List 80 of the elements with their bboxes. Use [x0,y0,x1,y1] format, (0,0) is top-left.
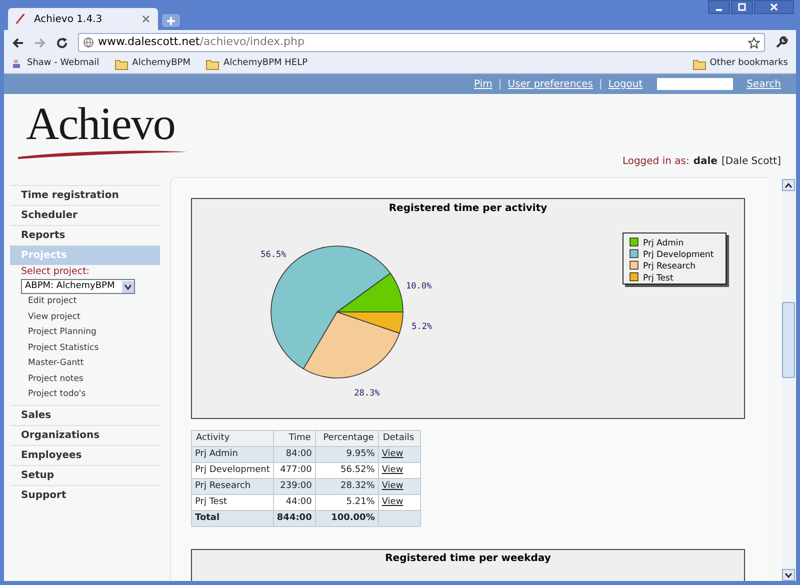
cup-icon [12,58,23,70]
folder-icon [206,58,220,70]
legend-label: Prj Research [643,262,696,272]
table-cell: Prj Research [195,480,251,491]
sidebar-item[interactable]: Sales [10,404,160,424]
sidebar-subitem[interactable]: Project Statistics [21,340,99,356]
table-cell: 239:00 [280,480,312,491]
table-cell: 5.21% [346,496,375,507]
slice-label: 10.0% [406,281,432,292]
table-cell: 477:00 [280,464,312,475]
slice-label: 5.2% [412,322,432,332]
folder-icon [115,58,128,70]
sidebar-subitem[interactable]: View project [21,310,80,325]
maximize-icon [738,3,746,11]
sidebar-subitem[interactable]: Master-Gantt [21,356,84,372]
table-cell: 844:00 [276,512,312,523]
new-tab-button[interactable] [162,14,180,27]
select-label: Select project: [21,265,90,279]
close-icon [770,3,778,11]
full-name: [Dale Scott] [721,155,781,169]
table-cell: Prj Admin [195,448,238,459]
bookmark-link[interactable]: AlchemyBPM HELP [206,57,308,71]
table-cell: 44:00 [286,496,312,507]
sidebar-subitem[interactable]: Edit project [21,294,77,310]
bookmark-link[interactable]: Other bookmarks [692,57,788,71]
separator: | [498,78,502,92]
bookmark-link[interactable]: Shaw - Webmail [12,57,100,71]
column-header: Activity [192,430,274,446]
project-dropdown[interactable]: ABPM: AlchemyBPM [21,279,135,294]
chart-title: Registered time per weekday [385,552,551,566]
slice-label: 56.5% [260,250,286,260]
table-cell: 84:00 [286,448,312,459]
scroll-thumb[interactable] [782,302,795,378]
table-cell: Prj Development [195,464,270,475]
window-close-button[interactable] [754,0,794,14]
url-text: www.dalescott.net/achievo/index.php [98,34,304,50]
table-cell: 100.00% [331,512,375,523]
login-label: Logged in as: [622,155,690,169]
chart-title: Registered time per activity [388,203,548,214]
globe-icon [83,37,94,48]
tab-title: Achievo 1.4.3 [34,12,104,26]
browser-tab[interactable]: Achievo 1.4.3 [8,8,158,30]
wrench-icon[interactable] [775,36,788,49]
minimize-button[interactable] [708,0,730,14]
sidebar-subitem[interactable]: Project notes [21,372,84,387]
search-field[interactable] [656,78,733,90]
legend-label: Prj Admin [643,238,684,248]
table-cell: Total [195,512,220,523]
sidebar-item[interactable]: Time registration [10,185,160,205]
sidebar-item[interactable]: Support [10,484,160,504]
table-cell: 9.95% [346,448,375,459]
logo-icon [16,13,26,25]
logo: Achievo [17,100,192,160]
sidebar-item[interactable]: Organizations [10,424,160,444]
maximize-button[interactable] [731,0,753,14]
sidebar-subitem[interactable]: Project Planning [21,325,96,340]
folder-icon [692,58,706,70]
close-icon[interactable] [142,15,150,23]
back-icon[interactable] [12,36,24,48]
sidebar-item[interactable]: Scheduler [10,205,160,225]
legend-label: Prj Development [643,250,714,260]
sidebar-item[interactable]: Employees [10,444,160,464]
chevron-up-icon[interactable] [785,182,792,188]
chevron-down-icon[interactable] [785,572,792,578]
table-cell: 28.32% [340,480,375,491]
sidebar-item[interactable]: Setup [10,464,160,484]
address-bar[interactable]: www.dalescott.net/achievo/index.php [78,33,765,52]
table-cell: 56.52% [340,464,375,475]
separator: | [599,78,602,92]
bookmark-link[interactable]: AlchemyBPM [115,57,190,71]
reload-icon[interactable] [56,36,68,48]
user-name: dale [693,155,718,169]
legend-label: Prj Test [643,273,674,284]
slice-label: 28.3% [354,388,380,399]
table-cell: Prj Test [195,496,228,507]
plus-icon [167,16,175,24]
chevron-down-icon [122,280,134,292]
star-icon[interactable] [748,36,760,48]
scrollbar[interactable] [782,179,795,581]
sidebar-subitem[interactable]: Project todo's [21,387,86,402]
